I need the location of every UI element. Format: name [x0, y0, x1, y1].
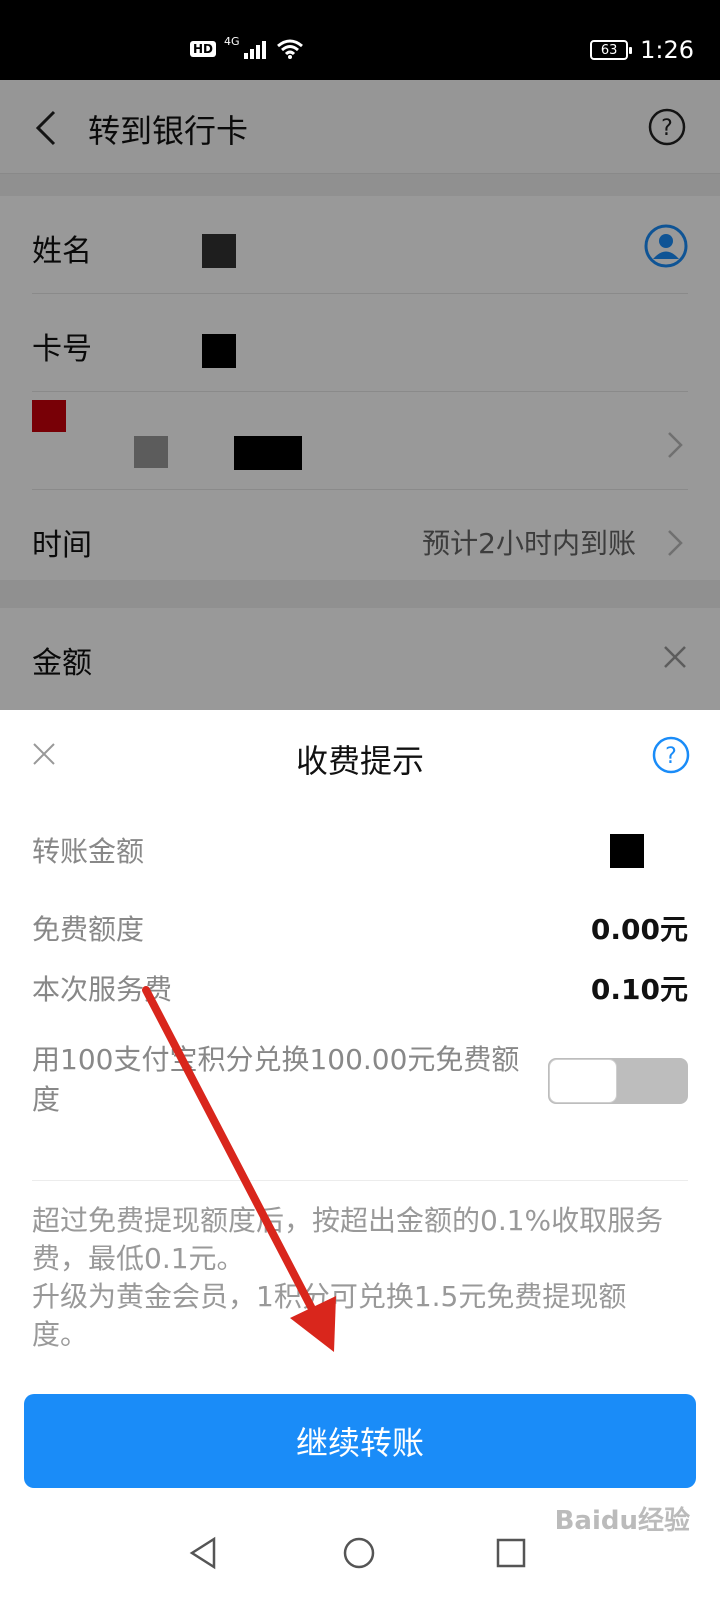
points-exchange-toggle[interactable] [548, 1058, 688, 1104]
signal-icon [243, 41, 266, 59]
wifi-icon [276, 39, 303, 59]
transfer-amount-label: 转账金额 [32, 835, 145, 868]
status-right: 63 1:26 [590, 36, 694, 64]
free-quota-label: 免费额度 [32, 913, 145, 946]
service-fee-label: 本次服务费 [32, 973, 173, 1006]
battery-level: 63 [600, 42, 618, 58]
points-exchange-text: 用100支付宝积分兑换100.00元免费额度 [32, 1043, 520, 1116]
baidu-watermark: Baidu经验 [554, 1506, 690, 1536]
nav-back-icon[interactable] [188, 1536, 218, 1570]
dim-overlay[interactable] [0, 80, 720, 710]
nav-recent-icon[interactable] [496, 1538, 526, 1568]
transfer-amount-row: 转账金额 [32, 830, 688, 874]
continue-transfer-button[interactable]: 继续转账 [24, 1394, 696, 1488]
clock: 1:26 [640, 36, 694, 64]
svg-text:?: ? [665, 744, 677, 769]
help-icon[interactable]: ? [652, 736, 690, 774]
free-quota-row: 免费额度 0.00元 [32, 908, 688, 952]
fee-notice-sheet: 收费提示 ? 转账金额 免费额度 0.00元 本次服务费 0.10元 用100支… [0, 710, 720, 1600]
battery-icon: 63 [590, 40, 633, 60]
sheet-title: 收费提示 [295, 742, 424, 780]
toggle-knob [549, 1059, 617, 1103]
redacted-amount [610, 834, 644, 868]
fee-rules-line2: 升级为黄金会员，1积分可兑换1.5元免费提现额度。 [32, 1280, 627, 1351]
service-fee-value: 0.10元 [590, 973, 688, 1006]
status-icons: HD 4G [190, 34, 304, 60]
network-label: 4G [224, 34, 240, 48]
nav-home-icon[interactable] [342, 1536, 376, 1570]
fee-rules-note: 超过免费提现额度后，按超出金额的0.1%收取服务费，最低0.1元。 升级为黄金会… [32, 1202, 682, 1354]
status-bar: HD 4G 63 1:26 [0, 0, 720, 80]
divider [32, 1180, 688, 1181]
free-quota-value: 0.00元 [590, 913, 688, 946]
hd-badge: HD [190, 41, 217, 57]
service-fee-row: 本次服务费 0.10元 [32, 968, 688, 1012]
fee-rules-line1: 超过免费提现额度后，按超出金额的0.1%收取服务费，最低0.1元。 [32, 1204, 664, 1275]
